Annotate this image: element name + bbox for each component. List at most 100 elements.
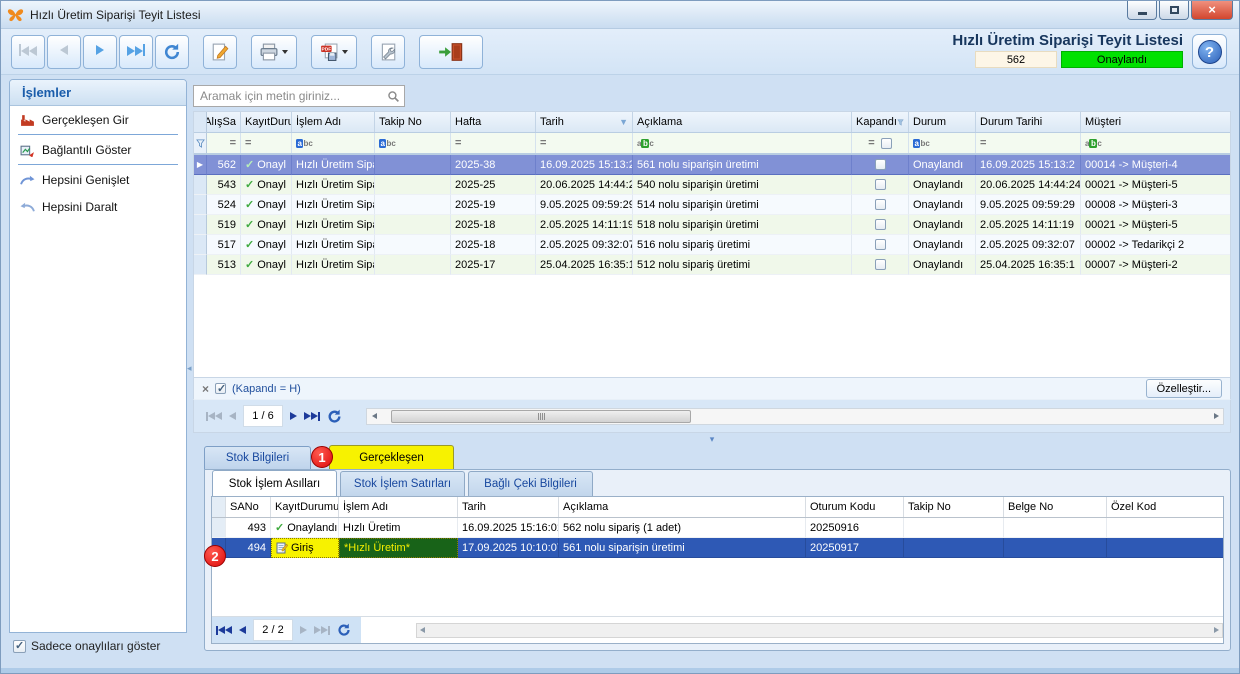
sidebar-item-hepsini-genislet[interactable]: Hepsini Genişlet <box>10 166 186 193</box>
horizontal-scrollbar[interactable] <box>366 408 1224 425</box>
cell-oturum-kodu: 20250916 <box>806 518 904 538</box>
tab-gerceklesen[interactable]: Gerçekleşen <box>329 445 454 469</box>
sidebar-splitter-icon[interactable]: ◂ <box>187 363 192 374</box>
kapandi-checkbox[interactable] <box>875 199 886 210</box>
search-input[interactable] <box>193 85 405 107</box>
scroll-left-icon[interactable] <box>420 627 425 633</box>
cell-sano: 493 <box>226 518 271 538</box>
scroll-left-icon[interactable] <box>367 413 381 419</box>
panel-splitter[interactable]: ▾ <box>193 433 1231 445</box>
pager-last-icon[interactable] <box>304 412 320 421</box>
minimize-button[interactable] <box>1127 1 1157 20</box>
pager-last-icon[interactable] <box>314 626 330 635</box>
edit-button[interactable] <box>203 35 237 69</box>
tab-stok-bilgileri[interactable]: Stok Bilgileri <box>204 446 311 469</box>
column-header-sano[interactable]: SANo <box>226 497 271 517</box>
filter-cell-hafta[interactable]: = <box>451 133 536 153</box>
filter-cell-tarih[interactable]: = <box>536 133 633 153</box>
filter-cell-durum-tarihi[interactable]: = <box>976 133 1081 153</box>
column-header-durum[interactable]: Durum <box>909 112 976 132</box>
pager-prev-icon[interactable] <box>239 626 246 634</box>
table-row[interactable]: 543 ✓Onayl Hızlı Üretim Sipar 2025-25 20… <box>194 175 1230 195</box>
column-header-aciklama[interactable]: Açıklama <box>559 497 806 517</box>
export-dropdown-icon[interactable] <box>342 50 348 54</box>
filter-cell-alissa[interactable]: = <box>207 133 241 153</box>
horizontal-scrollbar[interactable] <box>416 623 1223 638</box>
filter-cell-kapandi[interactable]: = <box>852 133 909 153</box>
cell-kayitduru: ✓Onayl <box>241 175 292 195</box>
kapandi-checkbox[interactable] <box>875 219 886 230</box>
column-header-kapandi[interactable]: Kapandı <box>852 112 909 132</box>
kapandi-checkbox[interactable] <box>875 159 886 170</box>
clear-filter-icon[interactable]: × <box>202 382 209 396</box>
column-header-islem-adi[interactable]: İşlem Adı <box>292 112 375 132</box>
filter-cell-kayitduru[interactable]: = <box>241 133 292 153</box>
table-row[interactable]: 493 ✓Onaylandı Hızlı Üretim 16.09.2025 1… <box>212 518 1223 538</box>
column-header-belge-no[interactable]: Belge No <box>1004 497 1107 517</box>
kapandi-filter-checkbox[interactable] <box>881 138 892 149</box>
filter-cell-takip[interactable]: abc <box>375 133 451 153</box>
show-approved-only-checkbox[interactable] <box>13 640 26 653</box>
cell-kayitduru: ✓Onayl <box>241 155 292 175</box>
tab-stok-islem-asillari[interactable]: Stok İşlem Asılları <box>212 470 337 496</box>
table-row[interactable]: 524 ✓Onayl Hızlı Üretim Sipar 2025-19 9.… <box>194 195 1230 215</box>
customize-button[interactable]: Özelleştir... <box>1146 379 1222 398</box>
pager-first-icon[interactable] <box>206 412 222 421</box>
column-header-hafta[interactable]: Hafta <box>451 112 536 132</box>
filter-enabled-checkbox[interactable] <box>215 383 226 394</box>
filter-cell-durum[interactable]: abc <box>909 133 976 153</box>
pager-refresh-icon[interactable] <box>337 623 351 637</box>
close-button[interactable]: × <box>1191 1 1233 20</box>
help-button[interactable] <box>1192 34 1227 69</box>
scroll-right-icon[interactable] <box>1209 413 1223 419</box>
table-row[interactable]: 494 Giriş *Hızlı Üretim* 17.09.2025 10:1… <box>212 538 1223 558</box>
kapandi-checkbox[interactable] <box>875 239 886 250</box>
design-button[interactable] <box>371 35 405 69</box>
column-header-islem-adi[interactable]: İşlem Adı <box>339 497 458 517</box>
pager-prev-icon[interactable] <box>229 412 236 420</box>
column-header-durum-tarihi[interactable]: Durum Tarihi <box>976 112 1081 132</box>
column-header-takip-no[interactable]: Takip No <box>375 112 451 132</box>
exit-button[interactable] <box>419 35 483 69</box>
nav-first-button[interactable] <box>11 35 45 69</box>
column-header-tarih[interactable]: Tarih <box>458 497 559 517</box>
sidebar-item-hepsini-daralt[interactable]: Hepsini Daralt <box>10 193 186 220</box>
table-row[interactable]: 513 ✓Onayl Hızlı Üretim Sipar 2025-17 25… <box>194 255 1230 275</box>
column-header-oturum-kodu[interactable]: Oturum Kodu <box>806 497 904 517</box>
export-pdf-button[interactable]: PDF <box>311 35 357 69</box>
column-header-aciklama[interactable]: Açıklama <box>633 112 852 132</box>
column-header-takip-no[interactable]: Takip No <box>904 497 1004 517</box>
filter-cell-islem[interactable]: abc <box>292 133 375 153</box>
tab-bagli-ceki-bilgileri[interactable]: Bağlı Çeki Bilgileri <box>468 471 593 496</box>
table-row[interactable]: 517 ✓Onayl Hızlı Üretim Sipar 2025-18 2.… <box>194 235 1230 255</box>
filter-cell-musteri[interactable]: abc <box>1081 133 1230 153</box>
column-header-tarih[interactable]: Tarih▼ <box>536 112 633 132</box>
kapandi-checkbox[interactable] <box>875 259 886 270</box>
pager-next-icon[interactable] <box>290 412 297 420</box>
sidebar-item-gerceklesen-gir[interactable]: Gerçekleşen Gir <box>10 106 186 133</box>
pager-refresh-icon[interactable] <box>327 409 342 424</box>
pager-next-icon[interactable] <box>300 626 307 634</box>
maximize-button[interactable] <box>1159 1 1189 20</box>
pager-first-icon[interactable] <box>216 626 232 635</box>
tab-stok-islem-satirlari[interactable]: Stok İşlem Satırları <box>340 471 465 496</box>
kapandi-checkbox[interactable] <box>875 179 886 190</box>
print-dropdown-icon[interactable] <box>282 50 288 54</box>
orders-grid-header: AlışSa KayıtDuru İşlem Adı Takip No Haft… <box>194 111 1230 133</box>
nav-prev-button[interactable] <box>47 35 81 69</box>
column-header-alissa[interactable]: AlışSa <box>207 112 241 132</box>
column-header-ozel-kod[interactable]: Özel Kod <box>1107 497 1223 517</box>
scroll-right-icon[interactable] <box>1214 627 1219 633</box>
column-header-musteri[interactable]: Müşteri <box>1081 112 1230 132</box>
scrollbar-thumb[interactable] <box>391 410 691 423</box>
nav-next-button[interactable] <box>83 35 117 69</box>
column-header-kayitduru[interactable]: KayıtDuru <box>241 112 292 132</box>
column-header-kayitdurumu[interactable]: KayıtDurumu <box>271 497 339 517</box>
print-button[interactable] <box>251 35 297 69</box>
filter-cell-aciklama[interactable]: abc <box>633 133 852 153</box>
nav-last-button[interactable] <box>119 35 153 69</box>
sidebar-item-baglantili-goster[interactable]: Bağlantılı Göster <box>10 136 186 163</box>
table-row[interactable]: ▶ 562 ✓Onayl Hızlı Üretim Sipar 2025-38 … <box>194 155 1230 175</box>
table-row[interactable]: 519 ✓Onayl Hızlı Üretim Sipar 2025-18 2.… <box>194 215 1230 235</box>
refresh-button[interactable] <box>155 35 189 69</box>
